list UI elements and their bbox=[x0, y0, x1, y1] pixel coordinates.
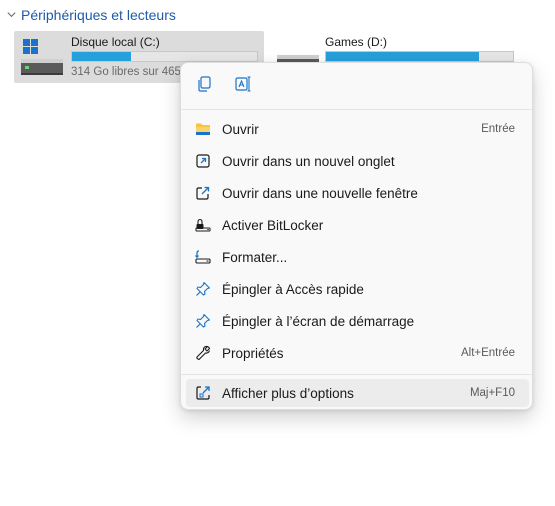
menu-item-open-new-window[interactable]: Ouvrir dans une nouvelle fenêtre bbox=[186, 179, 529, 207]
menu-item-label: Propriétés bbox=[222, 345, 284, 361]
new-window-icon bbox=[194, 184, 212, 202]
menu-item-label: Activer BitLocker bbox=[222, 217, 324, 233]
copy-icon bbox=[195, 75, 213, 98]
file-explorer-view: Périphériques et lecteurs Disque local (… bbox=[0, 0, 555, 506]
format-icon bbox=[194, 248, 212, 266]
menu-item-label: Épingler à Accès rapide bbox=[222, 281, 364, 297]
rename-icon bbox=[234, 75, 252, 98]
menu-item-shortcut: Alt+Entrée bbox=[460, 347, 515, 359]
menu-item-label: Épingler à l’écran de démarrage bbox=[222, 313, 415, 329]
pin-icon bbox=[194, 280, 212, 298]
menu-item-properties[interactable]: Propriétés Alt+Entrée bbox=[186, 339, 529, 367]
menu-item-label: Ouvrir dans une nouvelle fenêtre bbox=[222, 185, 418, 201]
rename-button[interactable] bbox=[230, 73, 256, 99]
menu-item-open[interactable]: Ouvrir Entrée bbox=[186, 115, 529, 143]
folder-icon bbox=[194, 120, 212, 138]
menu-item-show-more-options[interactable]: Afficher plus d’options Maj+F10 bbox=[186, 379, 529, 407]
drive-usage-fill bbox=[72, 52, 132, 61]
quick-actions-row bbox=[181, 63, 532, 109]
menu-separator bbox=[181, 374, 532, 375]
menu-item-bitlocker[interactable]: Activer BitLocker bbox=[186, 211, 529, 239]
menu-item-pin-quick-access[interactable]: Épingler à Accès rapide bbox=[186, 275, 529, 303]
drive-free-space: 314 Go libres sur 465 bbox=[71, 66, 181, 78]
menu-item-label: Formater... bbox=[222, 249, 288, 265]
section-title: Périphériques et lecteurs bbox=[21, 7, 176, 23]
copy-button[interactable] bbox=[191, 73, 217, 99]
more-options-icon bbox=[194, 384, 212, 402]
menu-separator bbox=[181, 109, 532, 110]
pin-start-icon bbox=[194, 312, 212, 330]
drive-name: Games (D:) bbox=[325, 35, 388, 49]
context-menu: Ouvrir Entrée Ouvrir dans un nouvel ongl… bbox=[180, 62, 533, 410]
drive-usage-bar bbox=[71, 51, 258, 62]
menu-item-shortcut: Maj+F10 bbox=[469, 387, 515, 399]
menu-item-pin-start[interactable]: Épingler à l’écran de démarrage bbox=[186, 307, 529, 335]
bitlocker-icon bbox=[194, 216, 212, 234]
drive-name: Disque local (C:) bbox=[71, 35, 160, 49]
menu-item-label: Ouvrir dans un nouvel onglet bbox=[222, 153, 395, 169]
chevron-down-icon bbox=[6, 7, 17, 23]
windows-drive-icon bbox=[19, 37, 65, 79]
menu-item-label: Ouvrir bbox=[222, 121, 259, 137]
wrench-icon bbox=[194, 344, 212, 362]
devices-section-header[interactable]: Périphériques et lecteurs bbox=[6, 7, 176, 23]
menu-item-open-new-tab[interactable]: Ouvrir dans un nouvel onglet bbox=[186, 147, 529, 175]
drive-usage-bar bbox=[325, 51, 514, 62]
menu-item-label: Afficher plus d’options bbox=[222, 385, 354, 401]
drive-usage-fill bbox=[326, 52, 480, 61]
menu-item-shortcut: Entrée bbox=[481, 123, 515, 135]
menu-item-format[interactable]: Formater... bbox=[186, 243, 529, 271]
new-tab-icon bbox=[194, 152, 212, 170]
